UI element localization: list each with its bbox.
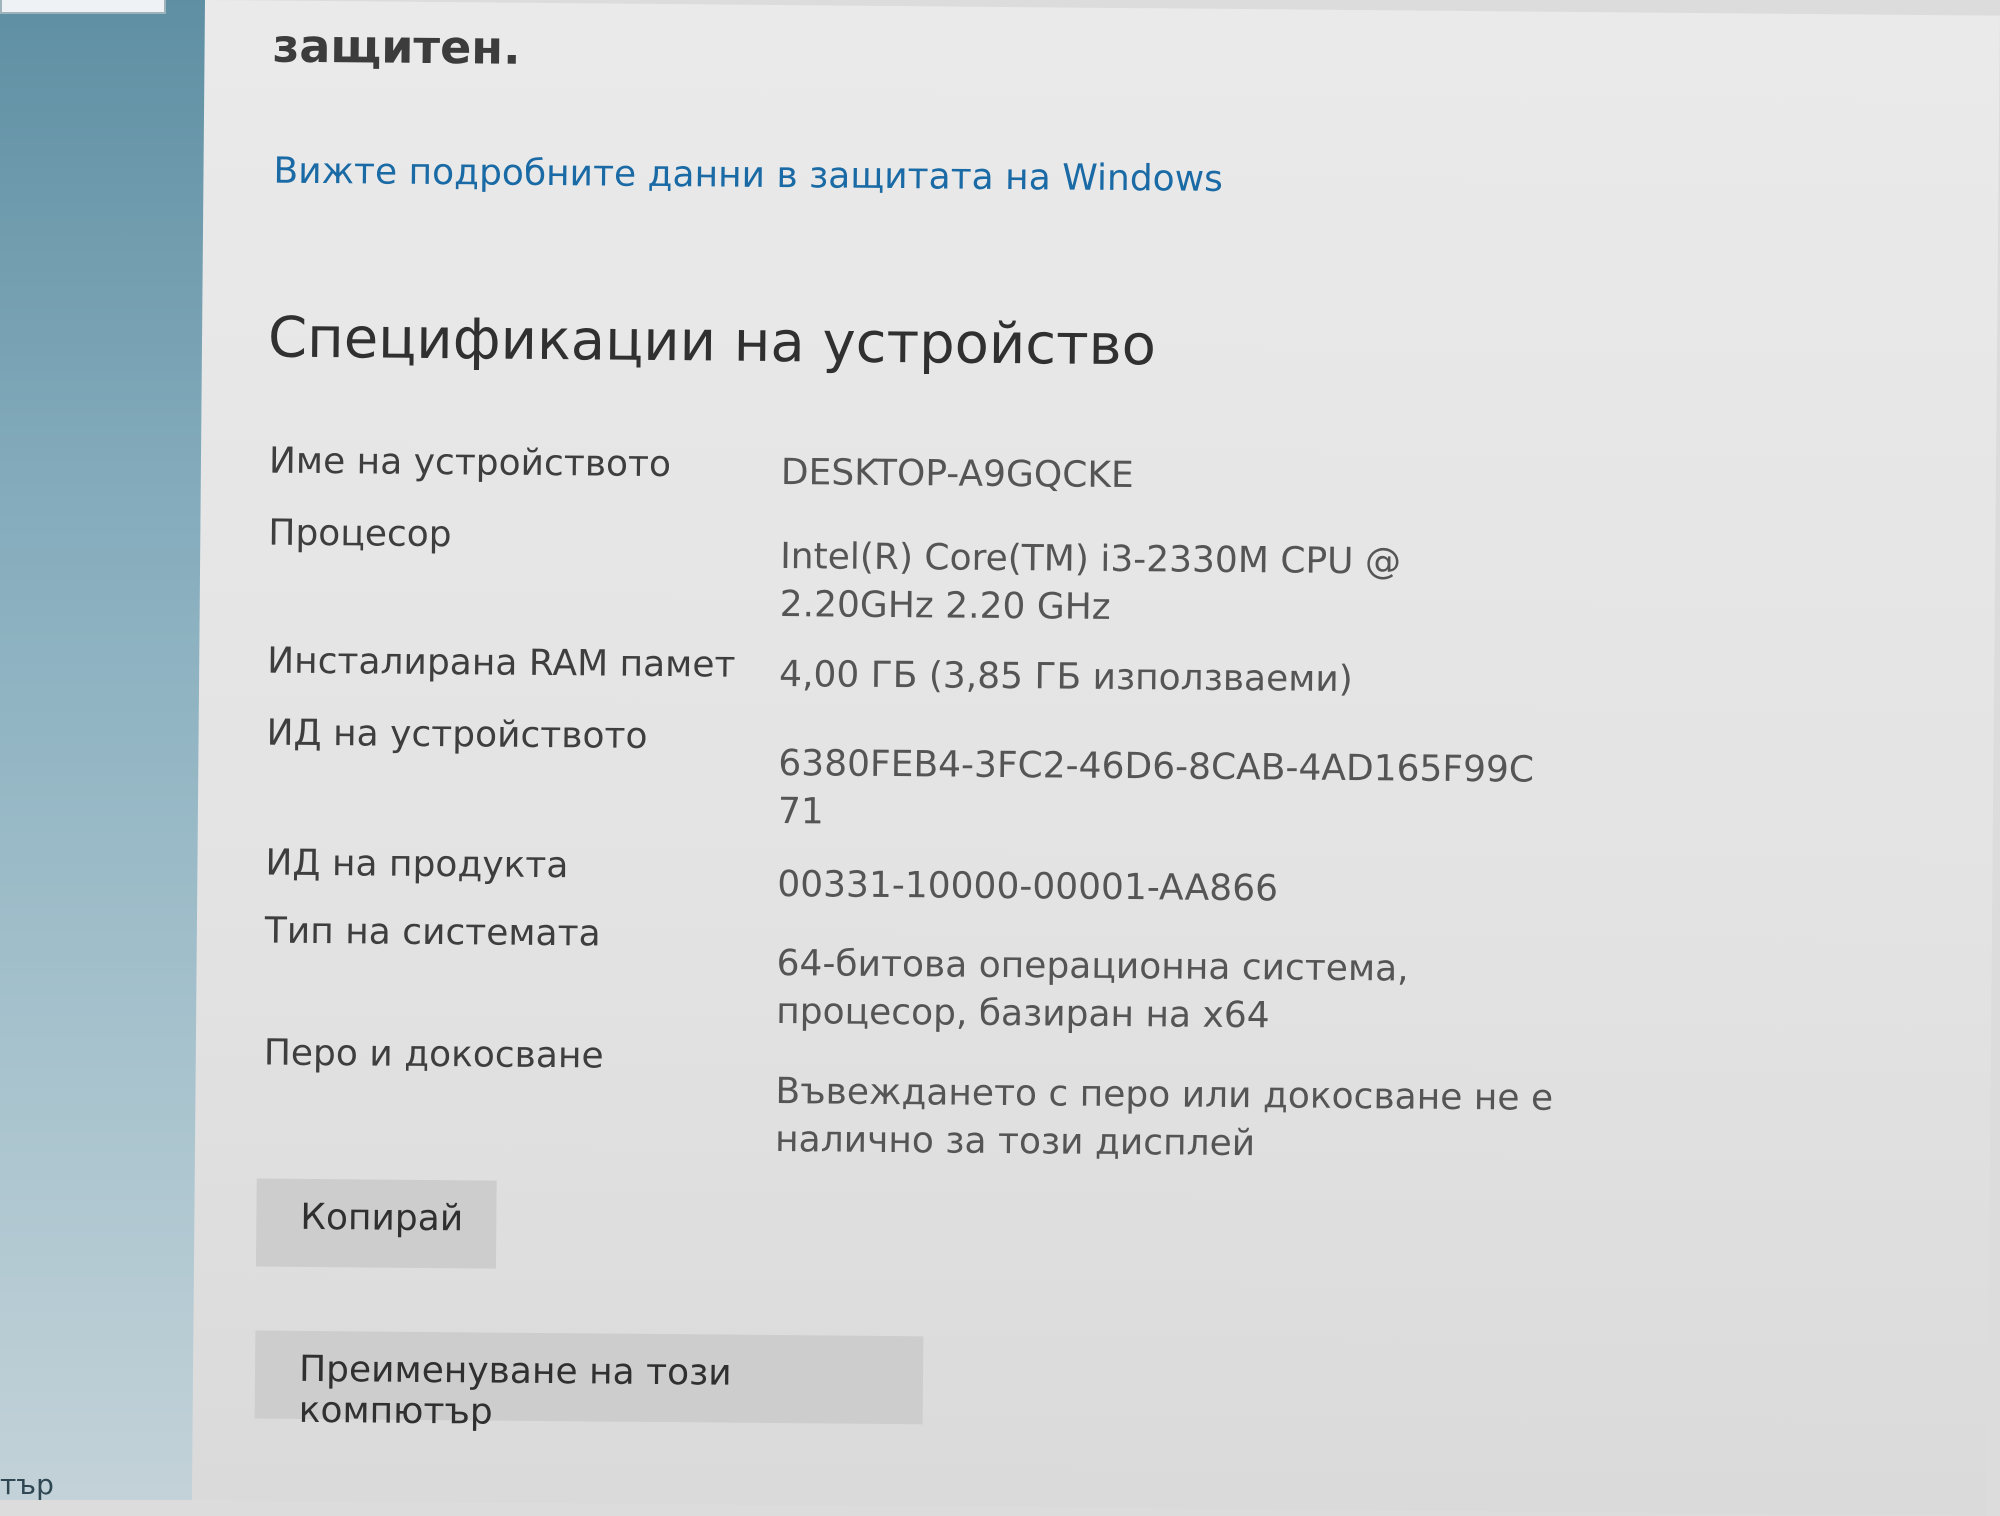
sidebar-item-label[interactable]: тър bbox=[0, 1468, 54, 1501]
spec-value-processor: Intel(R) Core(TM) i3-2330M CPU @ 2.20GHz… bbox=[779, 536, 1402, 628]
settings-sidebar: тър bbox=[0, 0, 205, 1501]
spec-label-processor: Процесор bbox=[268, 512, 452, 556]
spec-value-system-type: 64-битова операционна система, процесор,… bbox=[776, 943, 1409, 1037]
spec-label-ram: Инсталирана RAM памет bbox=[267, 640, 736, 686]
windows-security-link[interactable]: Вижте подробните данни в защитата на Win… bbox=[273, 151, 1223, 200]
copy-button[interactable]: Копирай bbox=[255, 1178, 497, 1269]
spec-value-device-name: DESKTOP-A9GQCKE bbox=[780, 452, 1134, 497]
sidebar-selected-tab[interactable] bbox=[0, 0, 166, 14]
spec-value-device-id: 6380FEB4-3FC2-46D6-8CAB-4AD165F99C 71 bbox=[777, 743, 1535, 833]
spec-label-device-id: ИД на устройството bbox=[266, 712, 648, 757]
spec-value-ram: 4,00 ГБ (3,85 ГБ използваеми) bbox=[778, 654, 1354, 701]
device-specifications-heading: Спецификации на устройство bbox=[267, 305, 1157, 379]
protection-status-text: защитен. bbox=[272, 18, 521, 75]
spec-value-product-id: 00331-10000-00001-AA866 bbox=[777, 864, 1279, 910]
spec-value-pen-touch: Въвеждането с перо или докосване не е на… bbox=[774, 1071, 1554, 1165]
spec-label-product-id: ИД на продукта bbox=[265, 842, 569, 887]
spec-label-device-name: Име на устройството bbox=[268, 440, 672, 486]
about-page: защитен. Вижте подробните данни в защита… bbox=[191, 0, 2000, 1516]
rename-pc-button[interactable]: Преименуване на този компютър bbox=[254, 1330, 924, 1433]
spec-label-system-type: Тип на системата bbox=[264, 910, 601, 955]
spec-label-pen-touch: Перо и докосване bbox=[263, 1032, 604, 1077]
